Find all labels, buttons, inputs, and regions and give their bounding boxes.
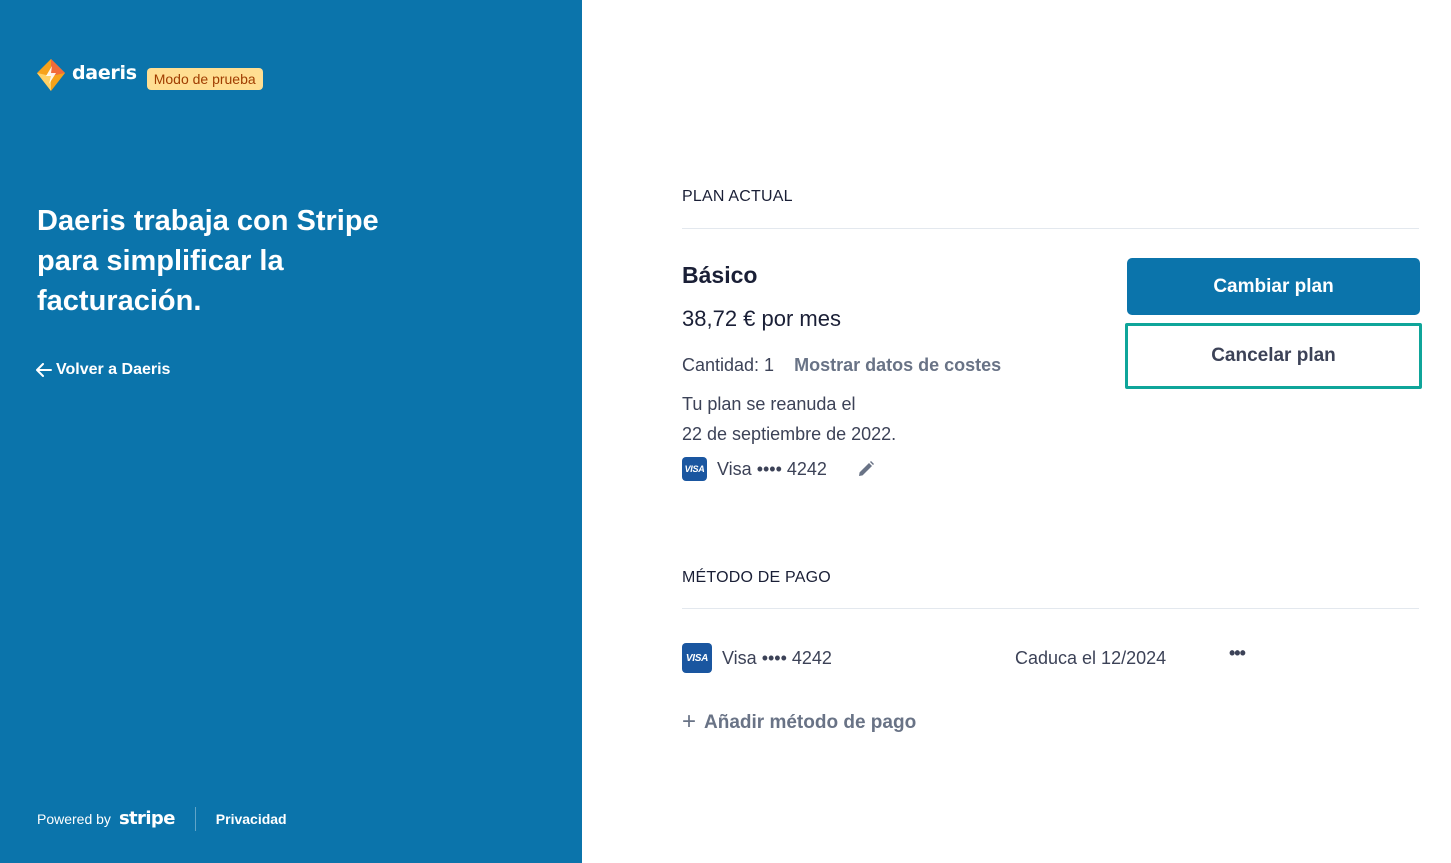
privacy-link[interactable]: Privacidad — [216, 811, 287, 827]
visa-icon: VISA — [682, 457, 707, 481]
add-payment-method-label: Añadir método de pago — [704, 712, 917, 733]
cancel-plan-button[interactable]: Cancelar plan — [1125, 323, 1422, 389]
pencil-icon[interactable] — [857, 460, 875, 478]
current-plan-heading: PLAN ACTUAL — [682, 188, 793, 205]
show-costs-link[interactable]: Mostrar datos de costes — [794, 355, 1001, 376]
visa-icon: VISA — [682, 643, 712, 673]
plan-price: 38,72 € por mes — [682, 306, 841, 331]
powered-by-stripe[interactable]: Powered by stripe — [37, 807, 175, 830]
payment-method-row: VISA Visa •••• 4242 Caduca el 12/2024 ••… — [682, 643, 1282, 673]
renewal-info: Tu plan se reanuda el 22 de septiembre d… — [682, 389, 896, 449]
plan-name: Básico — [682, 262, 758, 288]
divider — [682, 608, 1419, 609]
card-label: Visa •••• 4242 — [722, 647, 832, 668]
plus-icon: + — [682, 708, 697, 735]
divider — [682, 228, 1419, 229]
plan-card-row: VISA Visa •••• 4242 — [682, 457, 875, 481]
brand-name: daeris — [72, 62, 137, 84]
card-expiry: Caduca el 12/2024 — [1015, 648, 1167, 668]
brand: daeris Modo de prueba — [36, 58, 263, 92]
change-plan-button[interactable]: Cambiar plan — [1127, 258, 1420, 315]
stripe-logo: stripe — [118, 807, 175, 829]
arrow-left-icon — [36, 363, 52, 377]
renewal-date: 22 de septiembre de 2022. — [682, 424, 897, 444]
add-payment-method-button[interactable]: + Añadir método de pago — [682, 708, 917, 737]
quantity-label: Cantidad: 1 — [682, 355, 775, 375]
quantity-row: Cantidad: 1 Mostrar datos de costes — [682, 355, 1001, 376]
powered-by-label: Powered by — [37, 811, 111, 827]
test-mode-badge: Modo de prueba — [146, 68, 263, 90]
back-link-label: Volver a Daeris — [56, 361, 171, 378]
daeris-logo-icon — [37, 59, 65, 91]
footer: Powered by stripe Privacidad — [37, 807, 287, 831]
back-link[interactable]: Volver a Daeris — [36, 361, 170, 379]
card-label: Visa •••• 4242 — [717, 458, 827, 479]
more-horizontal-icon[interactable]: ••• — [1229, 643, 1246, 664]
left-panel: daeris Modo de prueba Daeris trabaja con… — [0, 0, 582, 863]
payment-method-heading: MÉTODO DE PAGO — [682, 569, 831, 586]
footer-divider — [194, 807, 196, 831]
headline: Daeris trabaja con Stripe para simplific… — [37, 205, 379, 317]
renewal-line: Tu plan se reanuda el — [682, 394, 856, 414]
